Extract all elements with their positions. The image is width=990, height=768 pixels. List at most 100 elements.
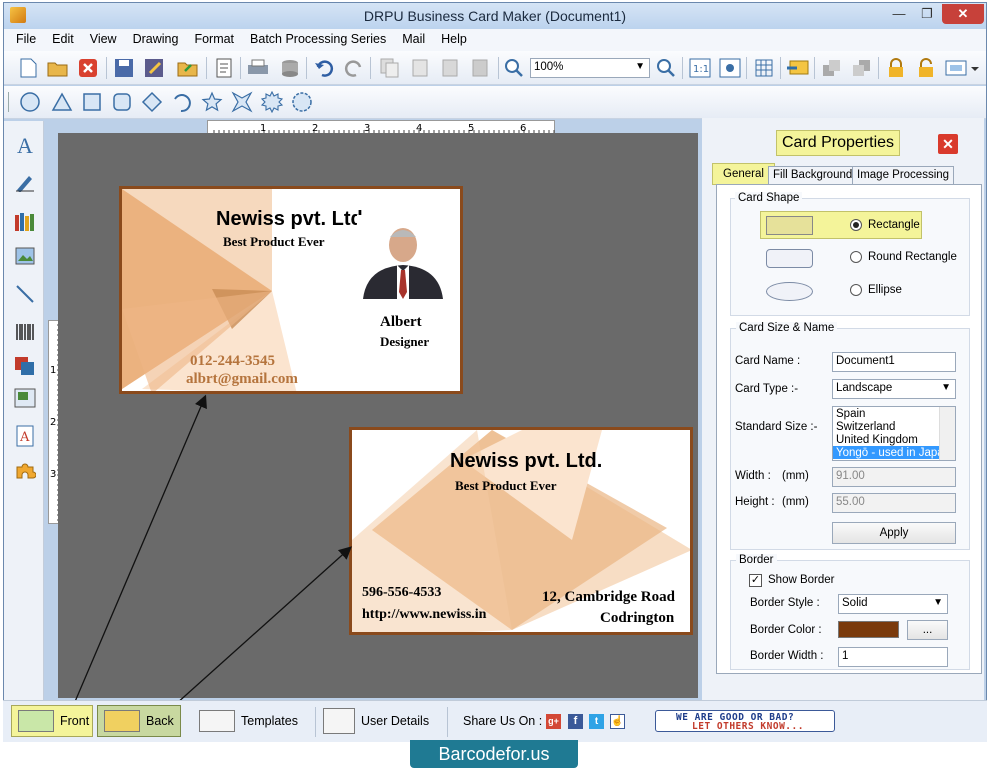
properties-icon[interactable] xyxy=(212,56,236,80)
ellipse-tool-icon[interactable] xyxy=(18,90,42,114)
close-window-button[interactable]: ✕ xyxy=(942,4,984,24)
puzzle-icon[interactable] xyxy=(12,457,38,483)
like-icon[interactable]: ☝ xyxy=(610,714,625,729)
back-card[interactable]: Newiss pvt. Ltd. Best Product Ever 596-5… xyxy=(349,427,693,635)
open-icon[interactable] xyxy=(46,56,70,80)
save-as-icon[interactable] xyxy=(142,56,166,80)
round-rect-tool-icon[interactable] xyxy=(110,90,134,114)
view-mode-icon[interactable] xyxy=(944,56,980,80)
export-icon[interactable] xyxy=(176,56,200,80)
height-input[interactable]: 55.00 xyxy=(832,493,956,513)
tab-fill-background[interactable]: Fill Background xyxy=(768,166,858,184)
apply-button[interactable]: Apply xyxy=(832,522,956,544)
grid-icon[interactable] xyxy=(752,56,776,80)
menu-batch-processing[interactable]: Batch Processing Series xyxy=(242,29,394,46)
menu-edit[interactable]: Edit xyxy=(44,29,82,46)
zoom-select[interactable]: 100% ▼ xyxy=(530,58,650,78)
back-phone: 596-556-4533 xyxy=(362,585,442,600)
actual-size-icon[interactable]: 1:1 xyxy=(688,56,712,80)
close-panel-icon[interactable]: ✕ xyxy=(938,134,958,154)
database-icon[interactable] xyxy=(278,56,302,80)
ellipse-radio[interactable] xyxy=(850,284,862,296)
front-button[interactable]: Front xyxy=(11,705,93,737)
height-unit: (mm) xyxy=(782,496,809,508)
barcode-tool-icon[interactable] xyxy=(12,319,38,345)
zoom-out-icon[interactable] xyxy=(654,56,678,80)
send-back-icon[interactable] xyxy=(850,56,874,80)
standard-size-list[interactable]: Spain Switzerland United Kingdom Yongō -… xyxy=(832,406,956,461)
image-tool-icon[interactable] xyxy=(12,243,38,269)
rectangle-tool-icon[interactable] xyxy=(80,90,104,114)
shapes-tool-icon[interactable] xyxy=(12,353,38,379)
menu-mail[interactable]: Mail xyxy=(394,29,433,46)
templates-button[interactable]: Templates xyxy=(199,705,303,737)
unlock-icon[interactable] xyxy=(914,56,938,80)
back-company-name: Newiss pvt. Ltd. xyxy=(450,450,603,472)
maximize-button[interactable]: ❐ xyxy=(914,4,940,24)
border-color-button[interactable]: ... xyxy=(907,620,948,640)
bring-front-icon[interactable] xyxy=(820,56,844,80)
front-card[interactable]: Newiss pvt. Ltd. Best Product Ever Alber… xyxy=(119,186,463,394)
chevron-down-icon: ▼ xyxy=(933,597,943,608)
redo-icon[interactable] xyxy=(342,56,366,80)
picture-tool-icon[interactable] xyxy=(12,385,38,411)
zoom-in-icon[interactable] xyxy=(502,56,526,80)
delete-icon[interactable] xyxy=(468,56,492,80)
size-option[interactable]: Switzerland xyxy=(833,420,955,433)
text-tool-icon[interactable]: A xyxy=(12,133,38,159)
size-option-selected[interactable]: Yongō - used in Japan xyxy=(833,446,940,459)
burst-tool-icon[interactable] xyxy=(260,90,284,114)
undo-icon[interactable] xyxy=(312,56,336,80)
watermark-tool-icon[interactable]: A xyxy=(12,423,38,449)
card-type-select[interactable]: Landscape ▼ xyxy=(832,379,956,399)
size-option[interactable]: United Kingdom xyxy=(833,433,955,446)
arc-tool-icon[interactable] xyxy=(170,90,194,114)
round-rectangle-label: Round Rectangle xyxy=(868,251,957,263)
save-icon[interactable] xyxy=(112,56,136,80)
print-icon[interactable] xyxy=(246,56,270,80)
seal-tool-icon[interactable] xyxy=(290,90,314,114)
diamond-tool-icon[interactable] xyxy=(140,90,164,114)
border-color-swatch[interactable] xyxy=(838,621,899,638)
pen-tool-icon[interactable] xyxy=(12,169,38,195)
twitter-icon[interactable]: t xyxy=(589,714,604,729)
menu-drawing[interactable]: Drawing xyxy=(125,29,187,46)
library-icon[interactable] xyxy=(12,209,38,235)
round-rectangle-radio[interactable] xyxy=(850,251,862,263)
tab-general[interactable]: General xyxy=(712,163,775,185)
google-plus-icon[interactable]: g+ xyxy=(546,714,561,729)
paste-icon[interactable] xyxy=(438,56,462,80)
back-button[interactable]: Back xyxy=(97,705,181,737)
menu-file[interactable]: File xyxy=(8,29,44,46)
border-style-select[interactable]: Solid ▼ xyxy=(838,594,948,614)
border-width-stepper[interactable]: 1 xyxy=(838,647,948,667)
menu-view[interactable]: View xyxy=(82,29,125,46)
minimize-button[interactable]: — xyxy=(886,4,912,24)
new-icon[interactable] xyxy=(16,56,40,80)
ruler-tick-label: 1 xyxy=(50,365,56,376)
close-doc-icon[interactable] xyxy=(76,56,100,80)
width-input[interactable]: 91.00 xyxy=(832,467,956,487)
four-point-star-icon[interactable] xyxy=(230,90,254,114)
list-scrollbar[interactable] xyxy=(939,407,955,460)
feedback-banner[interactable]: WE ARE GOOD OR BAD? LET OTHERS KNOW... xyxy=(655,710,835,732)
card-name-input[interactable]: Document1 xyxy=(832,352,956,372)
menu-format[interactable]: Format xyxy=(186,29,242,46)
show-border-checkbox[interactable]: ✓ xyxy=(749,574,762,587)
cut-icon[interactable] xyxy=(408,56,432,80)
user-details-button[interactable]: User Details xyxy=(323,705,433,737)
send-mail-icon[interactable] xyxy=(786,56,810,80)
size-option[interactable]: Spain xyxy=(833,407,955,420)
panel-title: Card Properties xyxy=(776,130,900,156)
tab-image-processing[interactable]: Image Processing xyxy=(852,166,955,184)
menu-help[interactable]: Help xyxy=(433,29,475,46)
copy-icon[interactable] xyxy=(378,56,402,80)
rectangle-label: Rectangle xyxy=(868,219,920,231)
triangle-tool-icon[interactable] xyxy=(50,90,74,114)
fit-window-icon[interactable] xyxy=(718,56,742,80)
line-tool-icon[interactable] xyxy=(12,281,38,307)
star-tool-icon[interactable] xyxy=(200,90,224,114)
facebook-icon[interactable]: f xyxy=(568,714,583,729)
lock-icon[interactable] xyxy=(884,56,908,80)
rectangle-radio[interactable] xyxy=(850,219,862,231)
